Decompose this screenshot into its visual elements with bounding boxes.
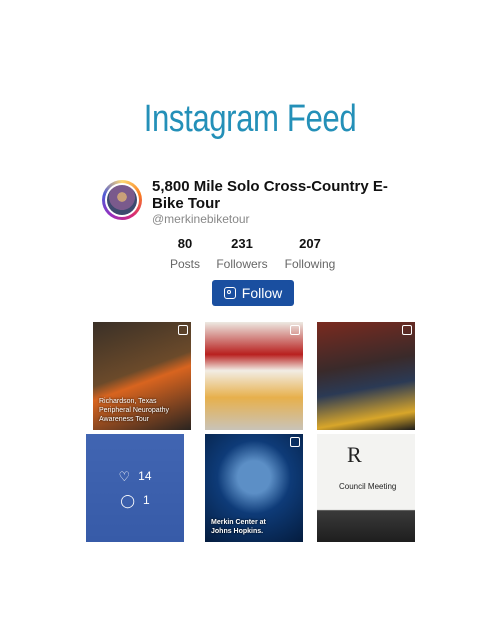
- stat-following-value: 207: [299, 236, 321, 251]
- post-hover-overlay: ♡ 14 ◯ 1: [86, 434, 184, 542]
- post-tile[interactable]: ♡ 14 ◯ 1: [86, 434, 184, 542]
- comment-count: 1: [142, 493, 150, 507]
- post-tile[interactable]: Richardson, Texas Peripheral Neuropathy …: [93, 322, 191, 430]
- post-tile[interactable]: Merkin Center at Johns Hopkins.: [205, 434, 303, 542]
- post-tile[interactable]: [317, 322, 415, 430]
- follow-button[interactable]: Follow: [212, 280, 294, 306]
- reel-icon: [290, 437, 300, 447]
- reel-icon: [402, 325, 412, 335]
- stat-followers: 231 Followers: [207, 236, 277, 271]
- avatar-image: [107, 185, 137, 215]
- feed-title: Instagram Feed: [143, 98, 357, 140]
- post-caption: Merkin Center at Johns Hopkins.: [211, 519, 266, 535]
- stat-followers-value: 231: [231, 236, 253, 251]
- stat-following-label: Following: [284, 257, 336, 271]
- post-caption: Richardson, Texas Peripheral Neuropathy …: [99, 398, 170, 423]
- post-tile[interactable]: [205, 322, 303, 430]
- post-tile[interactable]: R Council Meeting: [317, 434, 415, 542]
- logo-icon: R: [347, 442, 362, 467]
- reel-icon: [290, 325, 300, 335]
- profile-name[interactable]: 5,800 Mile Solo Cross-Country E-Bike Tou…: [152, 178, 402, 212]
- avatar[interactable]: [102, 180, 142, 220]
- post-grid: Richardson, Texas Peripheral Neuropathy …: [86, 322, 415, 544]
- heart-icon: ♡: [118, 468, 131, 484]
- stat-following: 207 Following: [275, 236, 345, 271]
- reel-icon: [178, 325, 188, 335]
- instagram-icon: [223, 287, 236, 299]
- follow-button-label: Follow: [241, 285, 283, 301]
- like-count: 14: [138, 469, 152, 483]
- comment-icon: ◯: [120, 492, 135, 508]
- post-caption: Council Meeting: [339, 482, 397, 491]
- stat-followers-label: Followers: [216, 257, 268, 271]
- profile-handle[interactable]: @merkinebiketour: [152, 212, 250, 226]
